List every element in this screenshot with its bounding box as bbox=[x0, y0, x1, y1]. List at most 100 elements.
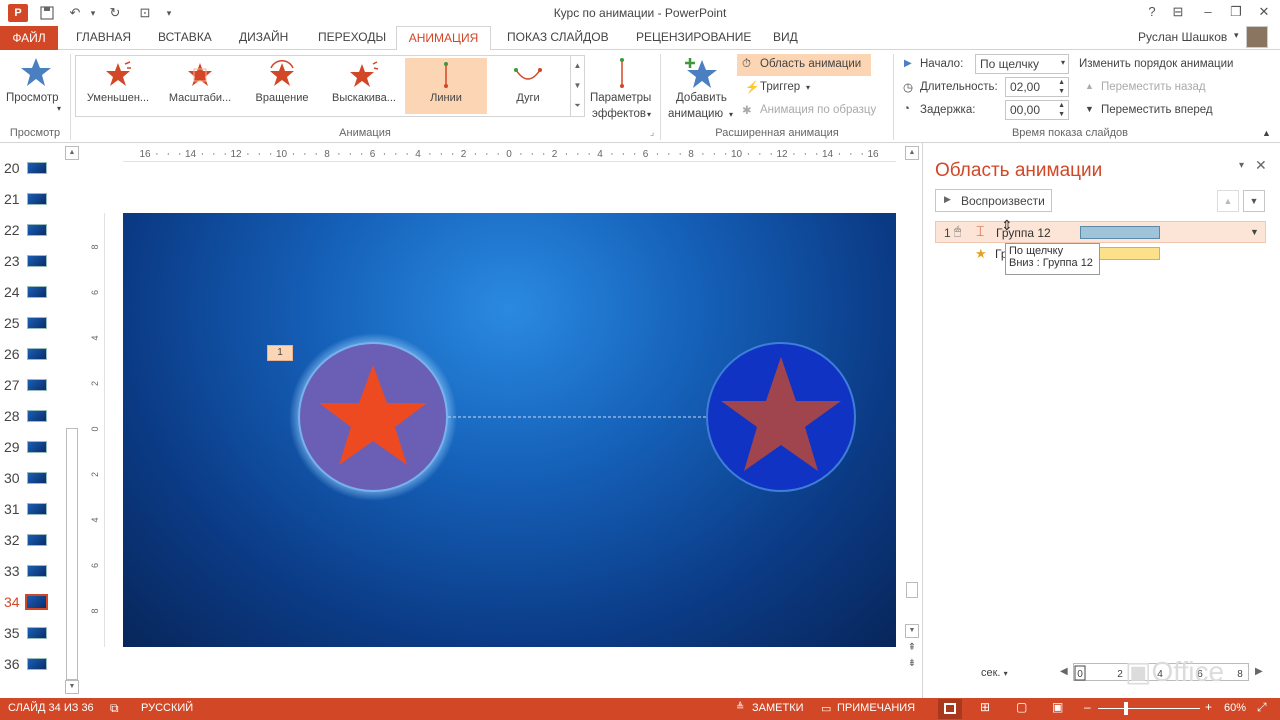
slide-thumbnail[interactable]: 22 bbox=[0, 220, 62, 240]
animation-pane-label[interactable]: Область анимации bbox=[760, 58, 861, 70]
trigger-button[interactable]: Триггер bbox=[760, 81, 800, 93]
thumbnail-image[interactable] bbox=[27, 503, 47, 515]
close-icon[interactable]: ✕ bbox=[1254, 4, 1274, 22]
slide-thumbnail[interactable]: 20 bbox=[0, 158, 62, 178]
fit-to-window-icon[interactable]: ⤢ bbox=[1257, 700, 1267, 715]
duration-input[interactable]: 02,00 ▲ ▼ bbox=[1005, 77, 1069, 97]
effect-options-line1[interactable]: Параметры bbox=[590, 92, 651, 104]
tab-review[interactable]: РЕЦЕНЗИРОВАНИЕ bbox=[636, 30, 751, 44]
thumbnail-image[interactable] bbox=[27, 255, 47, 267]
slide-thumbnail[interactable]: 34 bbox=[0, 592, 62, 612]
delay-input[interactable]: 00,00 ▲ ▼ bbox=[1005, 100, 1069, 120]
gallery-scrollbar[interactable]: ▲ ▼ ⏷ bbox=[570, 56, 584, 116]
pane-options-icon[interactable]: ▾ bbox=[1239, 160, 1244, 171]
slide-thumbnail[interactable]: 21 bbox=[0, 189, 62, 209]
spell-check-icon[interactable]: ⧉ bbox=[110, 701, 119, 716]
thumbnail-image[interactable] bbox=[27, 627, 47, 639]
effect-options-line2[interactable]: эффектов bbox=[592, 108, 646, 120]
slide-thumbnail[interactable]: 26 bbox=[0, 344, 62, 364]
gallery-item-spin[interactable]: Вращение bbox=[241, 58, 323, 114]
start-dropdown-icon[interactable]: ▾ bbox=[1061, 58, 1065, 67]
scroll-up-icon[interactable]: ▲ bbox=[65, 146, 79, 160]
play-button[interactable]: ▶ Воспроизвести bbox=[935, 189, 1052, 212]
normal-view-button[interactable] bbox=[938, 699, 962, 719]
star-circle-start[interactable] bbox=[289, 333, 457, 501]
tab-transitions[interactable]: ПЕРЕХОДЫ bbox=[318, 30, 386, 44]
thumbnail-image[interactable] bbox=[27, 658, 47, 670]
thumbnail-image[interactable] bbox=[27, 224, 47, 236]
user-dropdown-icon[interactable]: ▾ bbox=[1234, 30, 1239, 41]
thumbnail-image[interactable] bbox=[27, 162, 47, 174]
gallery-item-lines[interactable]: Линии bbox=[405, 58, 487, 114]
gallery-item-shrink[interactable]: Уменьшен... bbox=[77, 58, 159, 114]
preview-star-icon[interactable] bbox=[20, 56, 52, 90]
thumbnail-image[interactable] bbox=[27, 472, 47, 484]
slideshow-view-icon[interactable]: ▣ bbox=[1052, 700, 1063, 714]
seconds-dropdown[interactable]: сек. ▾ bbox=[981, 667, 1008, 679]
thumbnail-image[interactable] bbox=[25, 594, 48, 610]
slide-thumbnail[interactable]: 28 bbox=[0, 406, 62, 426]
slide-thumbnail[interactable]: 24 bbox=[0, 282, 62, 302]
slide-thumbnail[interactable]: 30 bbox=[0, 468, 62, 488]
comments-button[interactable]: ПРИМЕЧАНИЯ bbox=[837, 702, 915, 714]
scroll-down-icon[interactable]: ▼ bbox=[65, 680, 79, 694]
zoom-out-icon[interactable]: – bbox=[1084, 700, 1091, 714]
slide-thumbnail[interactable]: 36 bbox=[0, 654, 62, 674]
tab-animation[interactable]: АНИМАЦИЯ bbox=[396, 26, 491, 51]
gallery-item-arcs[interactable]: Дуги bbox=[487, 58, 569, 114]
tab-file[interactable]: ФАЙЛ bbox=[0, 26, 58, 50]
slide-thumbnail[interactable]: 32 bbox=[0, 530, 62, 550]
delay-spinner-icon[interactable]: ▲ ▼ bbox=[1058, 101, 1065, 119]
editor-scroll-thumb[interactable] bbox=[906, 582, 918, 598]
move-earlier-button[interactable]: Переместить назад bbox=[1101, 81, 1206, 93]
zoom-slider-track[interactable] bbox=[1098, 708, 1200, 709]
item-dropdown-icon[interactable]: ▼ bbox=[1250, 227, 1259, 237]
restore-icon[interactable]: ❐ bbox=[1226, 4, 1246, 22]
avatar[interactable] bbox=[1246, 26, 1268, 48]
slide-sorter-icon[interactable]: ⊞ bbox=[980, 700, 990, 714]
gallery-item-popup[interactable]: Выскакива... bbox=[323, 58, 405, 114]
timeline-scroll-left-icon[interactable]: ◀ bbox=[1060, 666, 1068, 677]
effect-options-dropdown-icon[interactable]: ▾ bbox=[647, 110, 651, 119]
add-animation-dropdown-icon[interactable]: ▾ bbox=[729, 110, 733, 119]
tab-insert[interactable]: ВСТАВКА bbox=[158, 30, 212, 44]
add-animation-icon[interactable] bbox=[684, 56, 718, 90]
thumbnails-scrollbar[interactable]: ▲ ▼ bbox=[64, 146, 80, 694]
thumbnail-image[interactable] bbox=[27, 348, 47, 360]
minimize-icon[interactable]: – bbox=[1198, 4, 1218, 22]
scroll-thumb[interactable] bbox=[66, 428, 78, 680]
timeline-scroll-right-icon[interactable]: ▶ bbox=[1255, 666, 1263, 677]
slide-thumbnail[interactable]: 29 bbox=[0, 437, 62, 457]
gallery-item-zoom[interactable]: Масштаби... bbox=[159, 58, 241, 114]
seconds-dropdown-icon[interactable]: ▾ bbox=[1004, 669, 1008, 678]
slide-thumbnail[interactable]: 31 bbox=[0, 499, 62, 519]
language-status[interactable]: РУССКИЙ bbox=[141, 702, 193, 714]
move-down-button[interactable]: ▼ bbox=[1243, 190, 1265, 212]
thumbnail-image[interactable] bbox=[27, 410, 47, 422]
gallery-up-icon[interactable]: ▲ bbox=[571, 56, 584, 76]
thumbnail-image[interactable] bbox=[27, 379, 47, 391]
duration-spinner-icon[interactable]: ▲ ▼ bbox=[1058, 78, 1065, 96]
gallery-more-icon[interactable]: ⏷ bbox=[571, 96, 584, 116]
add-animation-line2[interactable]: анимацию bbox=[668, 108, 723, 120]
gallery-down-icon[interactable]: ▼ bbox=[571, 76, 584, 96]
notes-button[interactable]: ЗАМЕТКИ bbox=[752, 702, 804, 714]
help-button[interactable]: ? bbox=[1142, 4, 1162, 22]
slide-thumbnail[interactable]: 25 bbox=[0, 313, 62, 333]
thumbnail-image[interactable] bbox=[27, 534, 47, 546]
animation-painter-button[interactable]: Анимация по образцу bbox=[760, 104, 876, 116]
ribbon-display-options-icon[interactable]: ⊟ bbox=[1168, 4, 1188, 22]
zoom-in-icon[interactable]: + bbox=[1205, 700, 1212, 714]
editor-scroll-down-icon[interactable]: ▼ bbox=[905, 624, 919, 638]
star-circle-end[interactable] bbox=[706, 342, 856, 492]
preview-dropdown-icon[interactable]: ▾ bbox=[57, 104, 61, 113]
editor-scroll-up-icon[interactable]: ▲ bbox=[905, 146, 919, 160]
next-slide-icon[interactable]: ⇟ bbox=[905, 658, 919, 672]
slide-thumbnail[interactable]: 27 bbox=[0, 375, 62, 395]
move-up-button[interactable]: ▲ bbox=[1217, 190, 1239, 212]
thumbnail-image[interactable] bbox=[27, 565, 47, 577]
reading-view-icon[interactable]: ▢ bbox=[1016, 700, 1027, 714]
pane-close-icon[interactable]: ✕ bbox=[1255, 157, 1267, 174]
zoom-level[interactable]: 60% bbox=[1224, 702, 1246, 714]
move-later-button[interactable]: Переместить вперед bbox=[1101, 104, 1213, 116]
